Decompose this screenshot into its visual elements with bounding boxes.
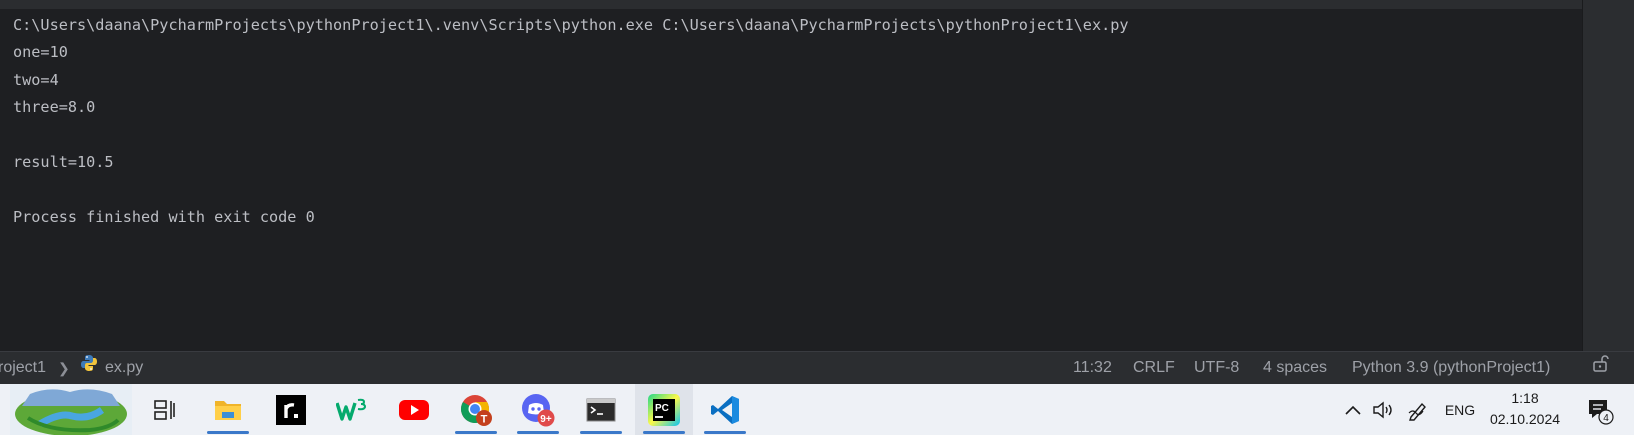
running-indicator	[455, 431, 497, 434]
notification-count-badge: 4	[1603, 413, 1609, 424]
chevron-up-icon[interactable]	[1340, 384, 1366, 435]
pycharm-button[interactable]: PC	[635, 384, 693, 435]
running-indicator	[207, 431, 249, 434]
running-indicator	[580, 431, 622, 434]
w3schools-button[interactable]	[326, 384, 378, 435]
console-line: C:\Users\daana\PycharmProjects\pythonPro…	[13, 16, 1129, 34]
speaker-icon[interactable]	[1370, 384, 1398, 435]
console-output[interactable]: C:\Users\daana\PycharmProjects\pythonPro…	[13, 12, 1129, 231]
notification-icon: 4	[1589, 399, 1614, 425]
chrome-profile-badge: T	[481, 413, 488, 425]
vscode-button[interactable]	[699, 384, 751, 435]
terminal-button[interactable]	[575, 384, 627, 435]
chrome-button[interactable]: T	[450, 384, 502, 435]
folder-icon	[215, 400, 241, 420]
console-line: one=10	[13, 43, 68, 62]
task-view-button[interactable]	[139, 384, 191, 435]
console-line: Process finished with exit code 0	[13, 207, 315, 226]
input-language[interactable]: ENG	[1440, 384, 1480, 435]
line-separator[interactable]: CRLF	[1133, 352, 1175, 384]
running-indicator	[643, 431, 685, 434]
python-interpreter[interactable]: Python 3.9 (pythonProject1)	[1352, 352, 1550, 384]
breadcrumb-project[interactable]: roject1	[0, 352, 46, 384]
youtube-icon	[399, 399, 429, 420]
vscode-icon	[711, 395, 739, 424]
unlocked-icon[interactable]	[1591, 352, 1609, 384]
console-line: result=10.5	[13, 152, 114, 171]
console-line: three=8.0	[13, 98, 96, 117]
desktop-thumbnail[interactable]	[10, 384, 132, 435]
right-tool-strip	[1608, 0, 1634, 351]
discord-icon: 9+	[522, 393, 555, 426]
indent-setting[interactable]: 4 spaces	[1263, 352, 1327, 384]
discord-button[interactable]: 9+	[512, 384, 564, 435]
pen-icon[interactable]	[1404, 384, 1432, 435]
r-app-button[interactable]	[265, 384, 317, 435]
chrome-icon: T	[461, 394, 492, 426]
console-top-strip	[0, 0, 1582, 9]
running-indicator	[704, 431, 746, 434]
clock-time: 1:18	[1511, 390, 1539, 406]
clock-date: 02.10.2024	[1489, 411, 1561, 427]
landscape-icon	[10, 384, 132, 435]
file-encoding[interactable]: UTF-8	[1194, 352, 1239, 384]
breadcrumb-file[interactable]: ex.py	[105, 352, 143, 384]
windows-taskbar: T 9+ PC ENG 1:18 02.10.2024 4	[0, 384, 1634, 435]
python-file-icon	[80, 352, 98, 384]
discord-notification-badge: 9+	[540, 414, 552, 425]
running-indicator	[517, 431, 559, 434]
r-app-icon	[276, 394, 306, 425]
console-scrollbar[interactable]	[1582, 0, 1609, 351]
terminal-icon	[586, 398, 616, 421]
youtube-button[interactable]	[388, 384, 440, 435]
w3-icon	[336, 398, 367, 421]
file-explorer-button[interactable]	[202, 384, 254, 435]
notification-center-button[interactable]: 4	[1582, 384, 1618, 435]
console-line: two=4	[13, 70, 59, 89]
chevron-right-icon: ❯	[58, 360, 70, 376]
svg-text:PC: PC	[655, 403, 669, 414]
run-console[interactable]: C:\Users\daana\PycharmProjects\pythonPro…	[0, 0, 1582, 351]
status-bar: roject1 ❯ ex.py 11:32 CRLF UTF-8 4 space…	[0, 351, 1634, 384]
pycharm-icon: PC	[648, 393, 680, 426]
system-clock[interactable]: 1:18 02.10.2024	[1480, 388, 1570, 430]
caret-position[interactable]: 11:32	[1073, 352, 1112, 384]
task-view-icon	[154, 399, 175, 420]
